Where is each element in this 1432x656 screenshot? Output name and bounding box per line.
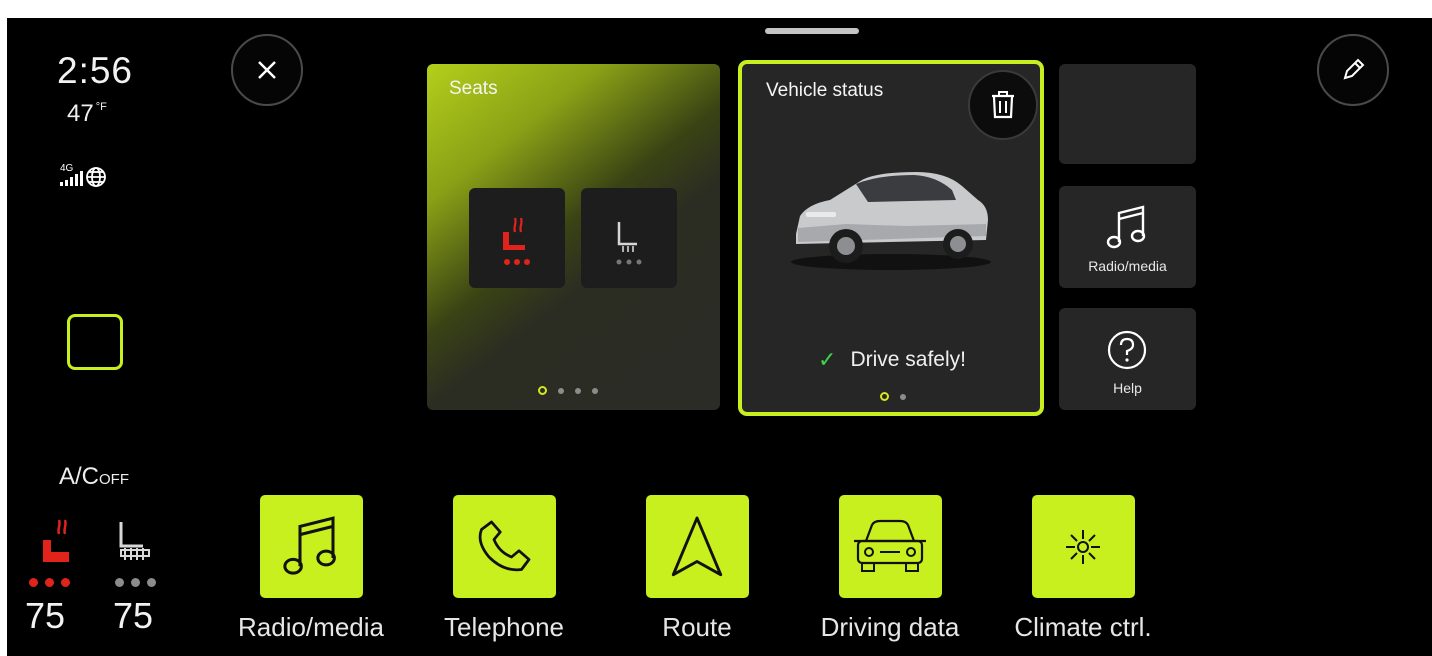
climate-tile[interactable] [1031, 495, 1135, 598]
vehicle-status-title: Vehicle status [766, 80, 884, 101]
telephone-tile[interactable] [452, 495, 556, 598]
phone-icon [478, 520, 531, 571]
temp-unit: °F [95, 101, 107, 113]
heated-seat-icon [43, 519, 69, 562]
page-dot [558, 387, 564, 394]
music-note-icon [1106, 205, 1146, 249]
driver-temperature[interactable]: 75 [25, 595, 65, 637]
navigation-arrow-icon [671, 516, 723, 576]
seats-widget[interactable]: Seats [427, 64, 720, 410]
seats-page-indicator [538, 386, 598, 395]
dock-telephone[interactable]: Telephone [419, 495, 589, 643]
passenger-seat-heat-button[interactable] [115, 518, 155, 575]
dock-label: Radio/media [238, 612, 384, 642]
heat-level-dot [147, 578, 156, 587]
dock-climate[interactable]: Climate ctrl. [998, 495, 1168, 643]
dock-label: Driving data [820, 612, 960, 642]
heat-level-dot [131, 578, 140, 587]
ac-toggle[interactable]: A/COFF [59, 463, 129, 491]
globe-icon [86, 167, 106, 187]
vehicle-status-widget[interactable]: Vehicle status ✓ Drive safely! [738, 60, 1044, 416]
ac-state: OFF [99, 471, 130, 488]
heat-level-dot [115, 578, 124, 587]
car-front-icon [854, 519, 926, 572]
driver-seat-tile[interactable] [469, 188, 565, 288]
driver-seat-heat-button[interactable] [35, 518, 75, 575]
radio-media-widget[interactable]: Radio/media [1059, 186, 1196, 288]
drive-safely-text: Drive safely! [850, 348, 966, 371]
trash-icon [992, 91, 1014, 119]
signal-status: 4G [59, 160, 139, 201]
question-circle-icon [1107, 330, 1147, 370]
ac-label: A/C [59, 463, 100, 490]
heat-level-dot [45, 578, 54, 587]
outside-temp-value: 47 [67, 100, 94, 127]
outside-temperature: 47 °F [67, 100, 107, 128]
radio-media-widget-label: Radio/media [1088, 258, 1167, 274]
heated-seat-icon [616, 222, 642, 265]
dock-radio-media[interactable]: Radio/media [226, 495, 396, 643]
dock-label: Route [662, 612, 732, 642]
route-tile[interactable] [645, 495, 749, 598]
page-dot [538, 386, 547, 395]
dock-driving-data[interactable]: Driving data [805, 495, 975, 643]
page-dot [592, 387, 598, 394]
close-icon [258, 61, 276, 79]
help-widget[interactable]: Help [1059, 308, 1196, 410]
signal-bars-icon: 4G [60, 163, 106, 187]
heated-seat-icon [503, 217, 530, 265]
heat-level-dot [29, 578, 38, 587]
help-widget-label: Help [1113, 380, 1142, 396]
clock: 2:56 [57, 50, 134, 91]
passenger-seat-tile[interactable] [581, 188, 677, 288]
delete-widget-button[interactable] [968, 70, 1038, 140]
dock-label: Telephone [444, 612, 564, 642]
drive-safely-message: ✓ Drive safely! [818, 347, 966, 373]
seats-widget-title: Seats [449, 78, 498, 99]
close-button[interactable] [231, 34, 303, 106]
music-note-icon [283, 515, 336, 575]
dock-label: Climate ctrl. [1014, 612, 1152, 642]
vehicle-image [786, 164, 996, 281]
home-button[interactable] [67, 314, 123, 370]
passenger-seat-heat-level [115, 578, 156, 587]
empty-widget-slot[interactable] [1059, 64, 1196, 164]
driver-seat-heat-level [29, 578, 70, 587]
network-type: 4G [60, 163, 74, 174]
page-dot [900, 393, 906, 400]
heat-level-dot [61, 578, 70, 587]
vehicle-page-indicator [880, 392, 906, 401]
car-image [791, 172, 991, 270]
infotainment-screen: 2:56 47 °F 4G A/COFF 75 75 Seats Vehicle… [7, 18, 1432, 656]
page-dot [880, 392, 889, 401]
heated-seat-icon [119, 522, 150, 560]
page-dot [575, 387, 581, 394]
edit-button[interactable] [1317, 34, 1389, 106]
fan-icon [1066, 529, 1100, 564]
passenger-temperature[interactable]: 75 [113, 595, 153, 637]
dock-route[interactable]: Route [612, 495, 782, 643]
driving-data-tile[interactable] [838, 495, 942, 598]
radio-media-tile[interactable] [259, 495, 363, 598]
pull-down-handle[interactable] [765, 28, 859, 34]
check-icon: ✓ [818, 347, 837, 372]
pencil-icon [1343, 58, 1365, 80]
